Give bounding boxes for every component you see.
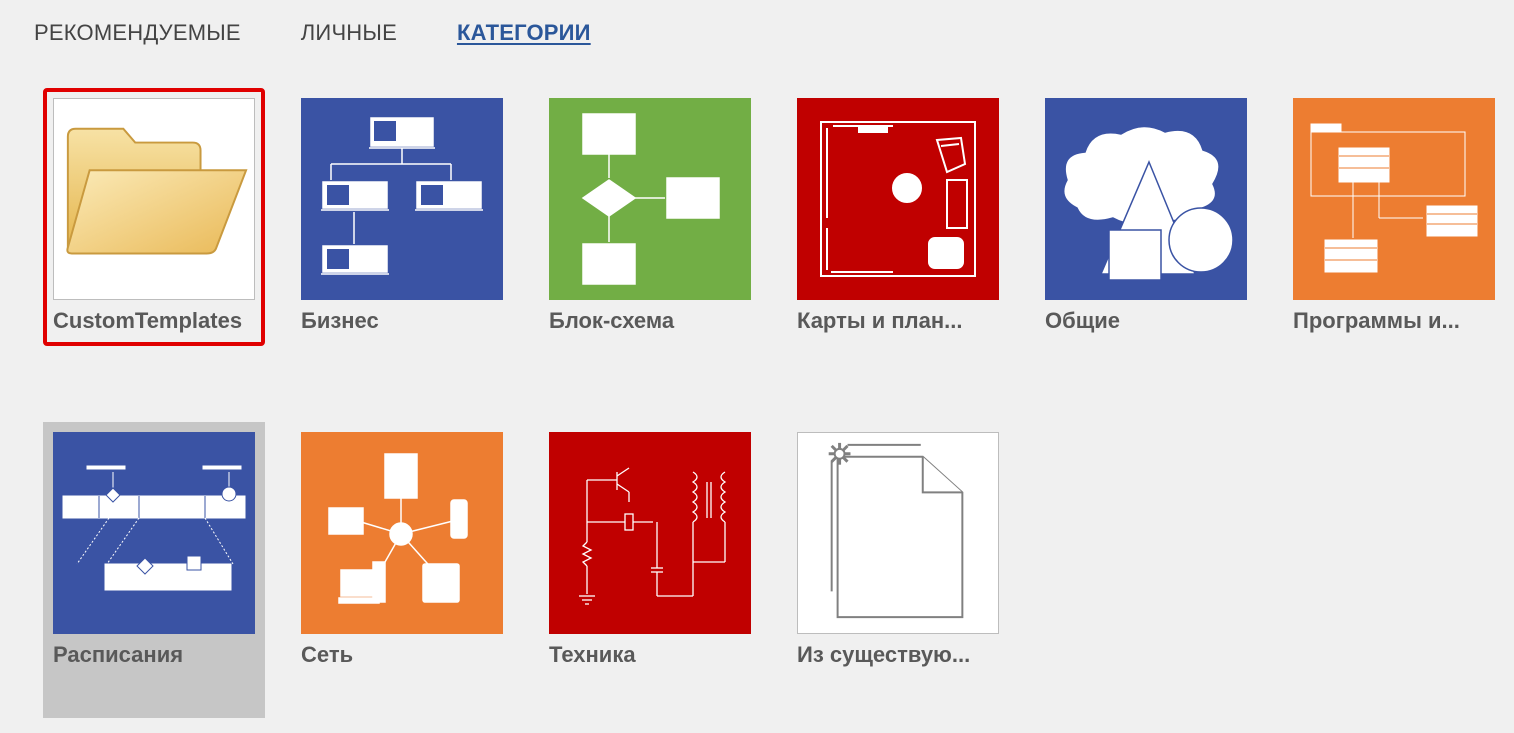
network-icon — [301, 432, 503, 634]
tile-engineering[interactable]: Техника — [539, 422, 761, 718]
tile-general[interactable]: Общие — [1035, 88, 1257, 384]
tab-personal[interactable]: ЛИЧНЫЕ — [301, 18, 397, 48]
tile-label: CustomTemplates — [53, 308, 243, 333]
tile-network[interactable]: Сеть — [291, 422, 513, 718]
basic-shapes-icon — [1045, 98, 1247, 300]
business-org-chart-icon — [301, 98, 503, 300]
floor-plan-icon — [797, 98, 999, 300]
tile-label: Программы и... — [1293, 308, 1460, 333]
tile-flowchart[interactable]: Блок-схема — [539, 88, 761, 384]
tile-label: Техника — [549, 642, 636, 667]
tile-label: Сеть — [301, 642, 354, 667]
folder-icon — [53, 98, 255, 300]
tile-label: Блок-схема — [549, 308, 675, 333]
tile-label: Расписания — [53, 642, 184, 667]
tab-featured[interactable]: РЕКОМЕНДУЕМЫЕ — [34, 18, 241, 48]
flowchart-icon — [549, 98, 751, 300]
tile-label: Бизнес — [301, 308, 379, 333]
tile-from-existing[interactable]: Из существую... — [787, 422, 1009, 718]
tile-label: Из существую... — [797, 642, 971, 667]
tile-customtemplates[interactable]: CustomTemplates — [43, 88, 265, 346]
software-uml-icon — [1293, 98, 1495, 300]
tab-categories[interactable]: КАТЕГОРИИ — [457, 18, 591, 48]
circuit-icon — [549, 432, 751, 634]
tile-schedules[interactable]: Расписания — [43, 422, 265, 718]
new-from-existing-icon — [797, 432, 999, 634]
tile-label: Карты и план... — [797, 308, 963, 333]
tile-label: Общие — [1045, 308, 1121, 333]
tile-business[interactable]: Бизнес — [291, 88, 513, 384]
tile-maps-and-plans[interactable]: Карты и план... — [787, 88, 1009, 384]
tile-software[interactable]: Программы и... — [1283, 88, 1505, 384]
category-tabs: РЕКОМЕНДУЕМЫЕ ЛИЧНЫЕ КАТЕГОРИИ — [34, 18, 651, 48]
timeline-icon — [53, 432, 255, 634]
